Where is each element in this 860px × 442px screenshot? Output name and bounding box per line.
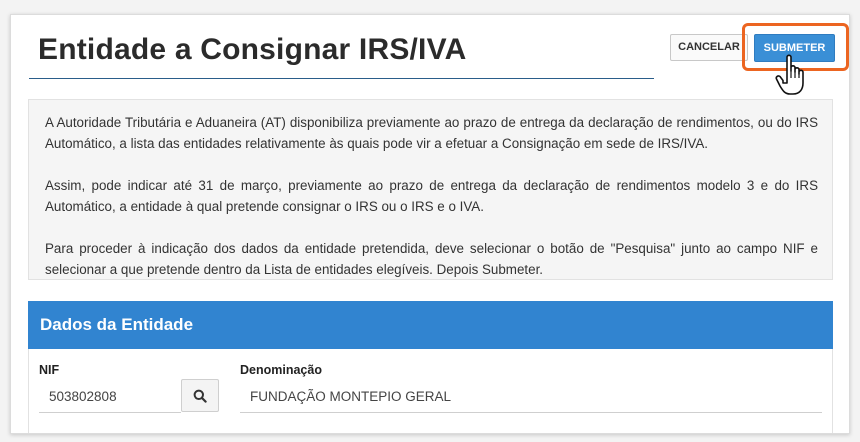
cancel-button[interactable]: CANCELAR xyxy=(670,34,748,61)
hand-pointer-icon xyxy=(775,54,804,95)
main-card: Entidade a Consignar IRS/IVA CANCELAR SU… xyxy=(10,14,850,434)
nif-input[interactable] xyxy=(39,380,181,413)
denominacao-input[interactable] xyxy=(240,380,822,413)
info-box: A Autoridade Tributária e Aduaneira (AT)… xyxy=(28,99,833,280)
info-paragraph: A Autoridade Tributária e Aduaneira (AT)… xyxy=(45,115,818,151)
info-paragraph: Assim, pode indicar até 31 de março, pre… xyxy=(45,178,818,214)
info-paragraph: Para proceder à indicação dos dados da e… xyxy=(45,241,818,277)
nif-label: NIF xyxy=(39,363,60,377)
denominacao-label: Denominação xyxy=(240,363,322,377)
title-divider xyxy=(29,78,654,79)
nif-search-button[interactable] xyxy=(181,379,219,412)
panel-header: Dados da Entidade xyxy=(28,301,833,349)
search-icon xyxy=(193,389,207,403)
page-title: Entidade a Consignar IRS/IVA xyxy=(38,33,467,66)
